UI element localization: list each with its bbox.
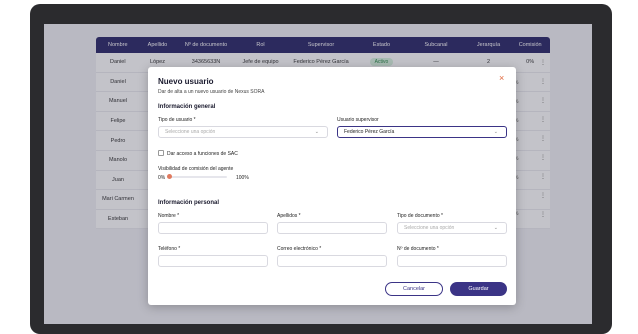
general-section-title: Información general [158,104,216,110]
supervisor-value: Federico Pérez García [344,129,395,135]
personal-section-title: Información personal [158,200,220,206]
commission-slider-track[interactable] [167,176,227,178]
sac-checkbox[interactable] [158,150,164,156]
row-menu-icon[interactable]: ⋮ [540,154,546,161]
modal-subtitle: Dar de alta a un nuevo usuario de Nexus … [158,89,265,95]
name-input[interactable] [158,222,268,234]
row-menu-icon[interactable]: ⋮ [540,135,546,142]
email-label: Correo electrónico * [277,246,322,252]
supervisor-label: Usuario supervisor [337,117,379,123]
chevron-down-icon: ⌄ [314,129,319,135]
doc-type-label: Tipo de documento * [397,213,443,219]
row-menu-icon[interactable]: ⋮ [540,211,546,218]
user-type-label: Tipo de usuario * [158,117,196,123]
user-type-select[interactable]: Seleccione una opción ⌄ [158,126,328,138]
surname-input[interactable] [277,222,387,234]
phone-label: Teléfono * [158,246,181,252]
user-type-placeholder: Seleccione una opción [165,129,216,135]
phone-input[interactable] [158,255,268,267]
new-user-modal: Nuevo usuario Dar de alta a un nuevo usu… [148,67,516,305]
slider-min-label: 0% [158,175,166,181]
chevron-down-icon: ⌄ [493,225,498,231]
supervisor-select[interactable]: Federico Pérez García ⌄ [337,126,507,138]
slider-max-label: 100% [236,175,249,181]
sac-checkbox-label: Dar acceso a funciones de SAC [167,151,238,157]
save-button[interactable]: Guardar [450,282,507,296]
doc-type-placeholder: Seleccione una opción [404,225,455,231]
chevron-down-icon: ⌄ [493,129,498,135]
row-menu-icon[interactable]: ⋮ [540,173,546,180]
doc-type-select[interactable]: Seleccione una opción ⌄ [397,222,507,234]
close-icon[interactable]: × [499,74,504,83]
row-menu-icon[interactable]: ⋮ [540,97,546,104]
row-menu-icon[interactable]: ⋮ [540,78,546,85]
name-label: Nombre * [158,213,180,219]
commission-visibility-label: Visibilidad de comisión del agente [158,166,234,172]
row-menu-icon[interactable]: ⋮ [540,116,546,123]
doc-number-label: Nº de documento * [397,246,439,252]
cancel-button[interactable]: Cancelar [385,282,443,296]
email-input[interactable] [277,255,387,267]
surname-label: Apellidos * [277,213,301,219]
modal-title: Nuevo usuario [158,77,214,86]
doc-number-input[interactable] [397,255,507,267]
row-menu-icon[interactable]: ⋮ [540,59,546,66]
row-menu-icon[interactable]: ⋮ [540,192,546,199]
commission-slider-handle[interactable] [167,174,172,179]
